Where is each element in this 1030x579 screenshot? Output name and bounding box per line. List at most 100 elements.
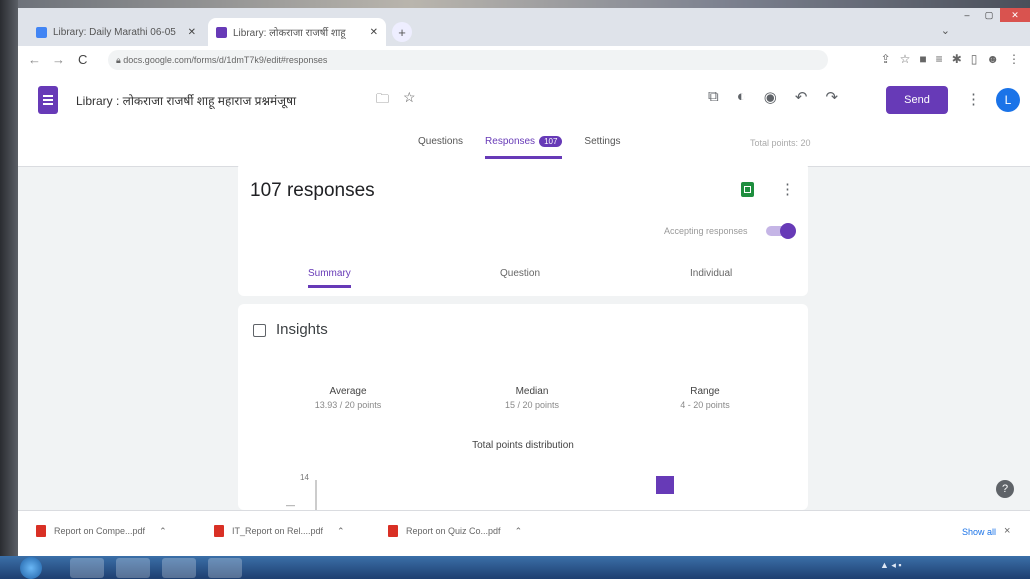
photo-border-top xyxy=(0,0,1030,8)
stat-label: Range xyxy=(690,386,720,397)
window-controls: – ▢ ✕ xyxy=(956,8,1030,24)
profile-icon[interactable]: ☻ xyxy=(986,52,999,66)
tab-title: Library: Daily Marathi 06-05 xyxy=(53,26,176,38)
pdf-file-icon xyxy=(388,525,398,537)
address-bar-row: ← → C 🔒︎ docs.google.com/forms/d/1dmT7k9… xyxy=(18,46,1030,75)
taskbar-app-chrome[interactable] xyxy=(162,558,196,578)
start-button[interactable] xyxy=(20,557,42,579)
browser-window: Library: Daily Marathi 06-05 ✕ Library: … xyxy=(18,8,1030,556)
show-all-downloads-link[interactable]: Show all xyxy=(962,527,996,537)
puzzle-icon[interactable]: ✱ xyxy=(952,52,962,66)
stat-value: 15 / 20 points xyxy=(504,400,560,410)
os-taskbar: ▲ ◂ ▪ xyxy=(0,556,1030,579)
monitor-bezel xyxy=(0,0,18,579)
tab-favicon-icon xyxy=(36,26,47,38)
tab-close-icon[interactable]: ✕ xyxy=(188,27,196,38)
chevron-up-icon[interactable]: ⌃ xyxy=(337,526,345,537)
stat-range: Range 4 - 20 points xyxy=(630,386,780,410)
taskbar-app-folder[interactable] xyxy=(116,558,150,578)
tab-search-icon[interactable]: ⌄ xyxy=(941,24,950,37)
tab-individual[interactable]: Individual xyxy=(690,268,732,279)
reload-button[interactable]: C xyxy=(78,52,87,67)
pdf-file-icon xyxy=(214,525,224,537)
tab-responses[interactable]: Responses 107 xyxy=(485,136,563,159)
insights-icon xyxy=(253,324,266,337)
form-nav-tabs: Questions Responses 107 Settings xyxy=(418,136,621,159)
url-text: docs.google.com/forms/d/1dmT7k9/edit#res… xyxy=(123,55,328,65)
system-tray: ▲ ◂ ▪ xyxy=(880,560,902,570)
undo-icon[interactable]: ↶ xyxy=(795,88,808,106)
tab-summary[interactable]: Summary xyxy=(308,268,351,288)
stat-label: Median xyxy=(515,386,549,397)
form-title[interactable]: Library : लोकराजा राजर्षी शाहू महाराज प्… xyxy=(76,92,296,109)
tab-questions[interactable]: Questions xyxy=(418,136,463,159)
response-view-tabs: Summary Question Individual xyxy=(238,262,808,296)
browser-tab-1[interactable]: Library: Daily Marathi 06-05 ✕ xyxy=(28,18,204,46)
header-actions: ⧉ ◐ ◉ ↶ ↷ xyxy=(708,88,838,106)
stat-average: Average 13.93 / 20 points xyxy=(273,386,423,410)
stat-median: Median 15 / 20 points xyxy=(457,386,607,410)
redo-icon[interactable]: ↷ xyxy=(825,88,838,106)
tab-close-icon[interactable]: ✕ xyxy=(370,27,378,38)
close-window-button[interactable]: ✕ xyxy=(1000,8,1030,22)
distribution-bar xyxy=(656,476,674,494)
tab-question[interactable]: Question xyxy=(500,268,540,279)
minimize-button[interactable]: – xyxy=(956,8,978,22)
forms-header: Library : लोकराजा राजर्षी शाहू महाराज प्… xyxy=(18,74,1030,167)
more-options-icon[interactable]: ⋮ xyxy=(966,90,981,108)
y-tick-label: 14 xyxy=(300,473,309,482)
close-downloads-icon[interactable]: × xyxy=(1004,525,1010,537)
chart-title: Total points distribution xyxy=(472,440,574,451)
download-item[interactable]: Report on Quiz Co...pdf ⌃ xyxy=(388,525,522,537)
sidebar-icon[interactable]: ▯ xyxy=(971,52,978,66)
stat-label: Average xyxy=(329,386,367,397)
tab-settings[interactable]: Settings xyxy=(584,136,620,159)
download-filename: Report on Quiz Co...pdf xyxy=(406,526,501,536)
tab-title: Library: लोकराजा राजर्षी शाहू xyxy=(233,28,346,39)
addon-icon[interactable]: ⧉ xyxy=(708,88,719,106)
google-forms-icon[interactable] xyxy=(38,86,58,114)
preview-eye-icon[interactable]: ◉ xyxy=(764,88,777,106)
share-icon[interactable]: ⇪ xyxy=(881,52,891,66)
new-tab-button[interactable]: + xyxy=(392,22,412,42)
stat-value: 4 - 20 points xyxy=(680,400,730,410)
chevron-up-icon[interactable]: ⌃ xyxy=(515,526,523,537)
insights-card: Insights Average 13.93 / 20 points Media… xyxy=(238,304,808,510)
download-item[interactable]: Report on Compe...pdf ⌃ xyxy=(36,525,167,537)
pdf-file-icon xyxy=(36,525,46,537)
send-button[interactable]: Send xyxy=(886,86,948,114)
accepting-responses-toggle[interactable] xyxy=(766,223,796,239)
responses-menu-icon[interactable]: ⋮ xyxy=(780,180,795,198)
downloads-bar: Report on Compe...pdf ⌃ IT_Report on Rel… xyxy=(18,510,1030,556)
address-bar[interactable]: 🔒︎ docs.google.com/forms/d/1dmT7k9/edit#… xyxy=(108,50,828,70)
points-distribution-chart: 14 — xyxy=(286,473,674,510)
download-item[interactable]: IT_Report on Rel....pdf ⌃ xyxy=(214,525,345,537)
extension-icon[interactable]: ≡ xyxy=(936,52,943,66)
insights-title: Insights xyxy=(276,321,328,338)
maximize-button[interactable]: ▢ xyxy=(978,8,1000,22)
stat-value: 13.93 / 20 points xyxy=(314,400,382,410)
chevron-up-icon[interactable]: ⌃ xyxy=(159,526,167,537)
tab-favicon-icon xyxy=(216,26,227,38)
tab-responses-label: Responses xyxy=(485,136,536,147)
avatar[interactable]: L xyxy=(996,88,1020,112)
responses-card: 107 responses ⋮ Accepting responses Summ… xyxy=(238,162,808,296)
sheets-link-icon[interactable] xyxy=(741,182,754,197)
download-filename: IT_Report on Rel....pdf xyxy=(232,526,324,536)
accepting-responses-label: Accepting responses xyxy=(664,226,748,236)
palette-icon[interactable]: ◐ xyxy=(737,88,746,106)
download-filename: Report on Compe...pdf xyxy=(54,526,146,536)
browser-tab-2[interactable]: Library: लोकराजा राजर्षी शाहू ✕ xyxy=(208,18,386,46)
star-icon[interactable]: ☆ xyxy=(403,89,416,106)
taskbar-app-explorer[interactable] xyxy=(70,558,104,578)
back-button[interactable]: ← xyxy=(28,52,41,67)
bookmark-star-icon[interactable]: ☆ xyxy=(900,52,911,66)
taskbar-app-window[interactable] xyxy=(208,558,242,578)
help-icon[interactable]: ? xyxy=(996,480,1014,498)
total-points: Total points: 20 xyxy=(750,138,811,148)
extension-icon[interactable]: ■ xyxy=(919,52,926,66)
browser-menu-icon[interactable]: ⋮ xyxy=(1008,52,1020,66)
move-folder-icon[interactable]: 🗀 xyxy=(376,90,389,112)
x-axis-marker: — xyxy=(286,500,295,510)
forward-button[interactable]: → xyxy=(52,52,65,67)
